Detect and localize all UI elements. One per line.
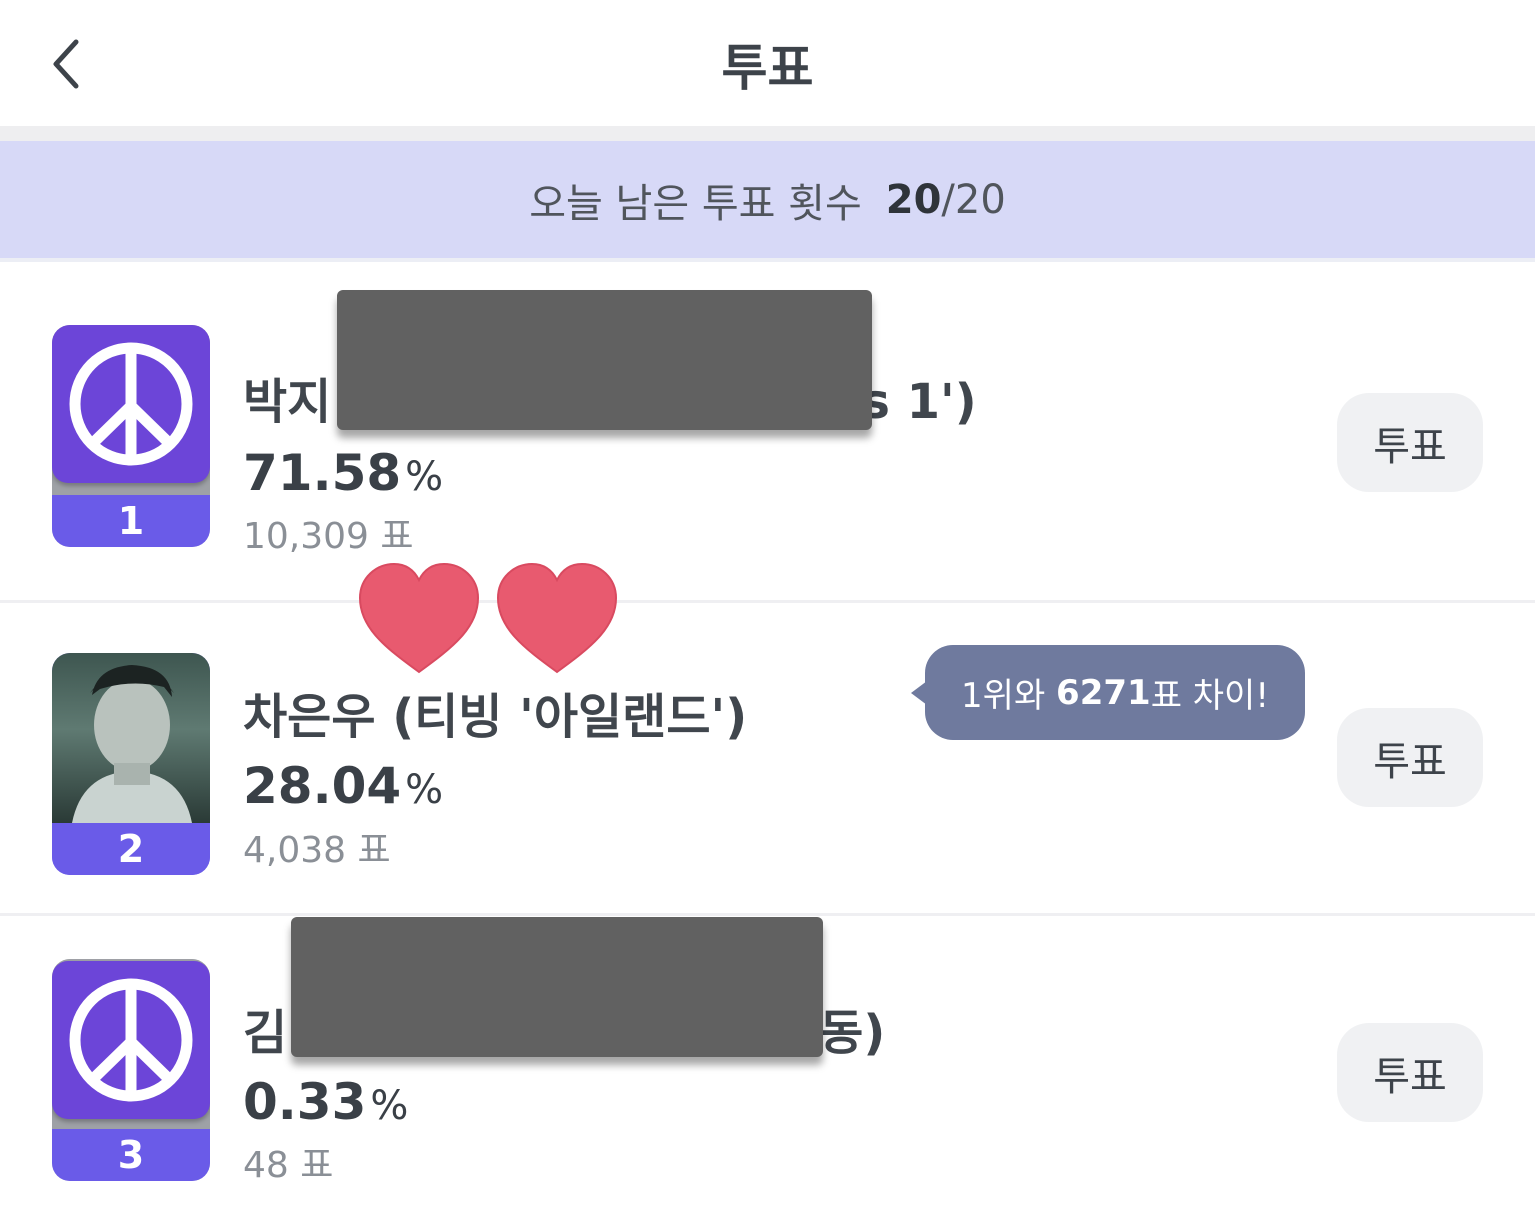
vote-count-value: 4,038 — [243, 830, 347, 871]
redaction-block — [337, 290, 872, 430]
rank-badge: 1 — [52, 495, 210, 547]
vote-percentage: 28.04% — [243, 757, 443, 815]
vote-gap-tooltip: 1위와 6271 표 차이! — [911, 645, 1305, 740]
vote-unit: 표 — [380, 516, 414, 557]
peace-sign-icon — [52, 325, 210, 483]
tooltip-suffix: 표 차이! — [1150, 676, 1269, 716]
vote-count-value: 10,309 — [243, 516, 369, 557]
vote-button[interactable]: 투표 — [1337, 393, 1483, 492]
vote-unit: 표 — [300, 1145, 334, 1186]
percentage-value: 0.33 — [243, 1073, 367, 1131]
candidate-row: 2 차은우 (티빙 '아일랜드') 28.04% 4,038 표 투표 — [0, 603, 1535, 913]
vote-count: 4,038 표 — [243, 821, 391, 873]
heart-icon — [358, 562, 480, 674]
candidate-thumbnail: 2 — [52, 653, 210, 875]
candidate-name-start: 박지 — [243, 374, 332, 430]
vote-percentage: 71.58% — [243, 444, 443, 502]
percent-sign: % — [405, 767, 444, 813]
candidate-name-end: 동) — [819, 1005, 886, 1061]
tooltip-diff: 6271 — [1056, 672, 1151, 713]
remaining-votes-banner: 오늘 남은 투표 횟수 20 /20 — [0, 141, 1535, 258]
percentage-value: 28.04 — [243, 757, 402, 815]
candidate-name: 차은우 (티빙 '아일랜드') — [243, 689, 748, 745]
heart-icon — [496, 562, 618, 674]
candidate-name-start: 김 — [243, 1005, 288, 1061]
vote-count-value: 48 — [243, 1145, 289, 1186]
redaction-block — [291, 917, 823, 1057]
percent-sign: % — [370, 1083, 409, 1129]
page-title: 투표 — [721, 39, 814, 97]
percent-sign: % — [405, 454, 444, 500]
percentage-value: 71.58 — [243, 444, 402, 502]
remaining-votes-label: 오늘 남은 투표 횟수 — [529, 180, 862, 227]
vote-unit: 표 — [357, 830, 391, 871]
rank-badge: 3 — [52, 1129, 210, 1181]
vote-button[interactable]: 투표 — [1337, 708, 1483, 807]
vote-button[interactable]: 투표 — [1337, 1023, 1483, 1122]
section-gap — [0, 126, 1535, 141]
app-header: 투표 — [0, 0, 1535, 126]
vote-percentage: 0.33% — [243, 1073, 408, 1131]
total-votes-count: /20 — [941, 176, 1006, 223]
remaining-votes-count: 20 — [885, 176, 942, 223]
peace-sign-icon — [52, 961, 210, 1119]
candidate-thumbnail: 1 — [52, 325, 210, 547]
tooltip-prefix: 1위와 — [961, 676, 1046, 716]
vote-count: 10,309 표 — [243, 507, 414, 559]
rank-badge: 2 — [52, 823, 210, 875]
candidate-name-end: s 1') — [861, 374, 977, 430]
vote-count: 48 표 — [243, 1136, 333, 1188]
candidate-thumbnail: 3 — [52, 959, 210, 1181]
candidate-photo — [52, 653, 210, 823]
